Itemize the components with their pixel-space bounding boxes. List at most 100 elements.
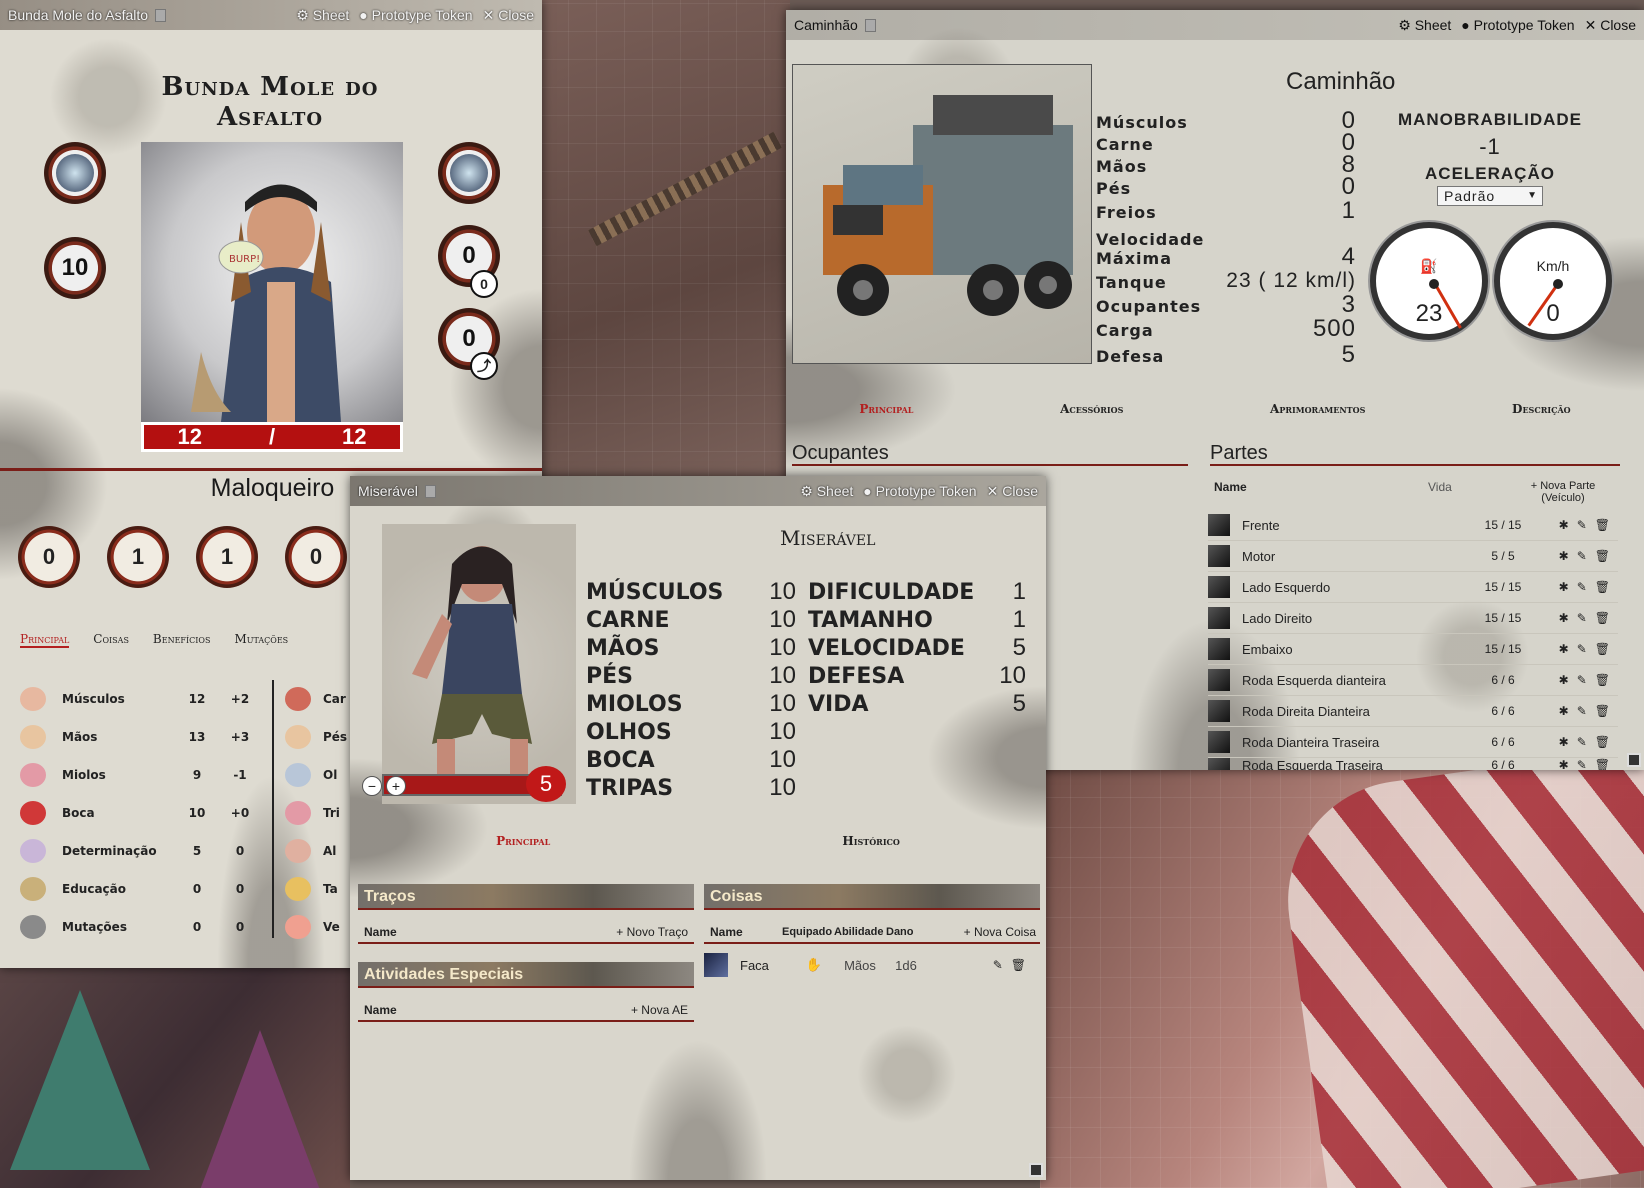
character-portrait[interactable]: BURP! (141, 142, 403, 422)
tab-historico[interactable]: Histórico (842, 834, 900, 848)
armor-ring[interactable]: 10 (44, 237, 106, 299)
food-resource[interactable]: 1 (107, 526, 169, 588)
sheet-button[interactable]: ⚙ Sheet (1398, 17, 1451, 34)
chevron-down-icon: ▼ (1527, 190, 1538, 201)
guts-icon (285, 801, 311, 825)
close-button[interactable]: ✕ Close (1585, 17, 1636, 34)
stat-row: Músculos 10 (586, 578, 796, 605)
level-up-icon[interactable]: ⤴ (470, 352, 498, 380)
hp-current[interactable]: 12 (177, 424, 201, 450)
part-row[interactable]: Roda Esquerda Traseira 6 / 6 ✱✎🗑 (1208, 758, 1618, 770)
window-titlebar[interactable]: Miserável ⚙ Sheet ● Prototype Token ✕ Cl… (350, 476, 1046, 506)
tab-acessorios[interactable]: Acessórios (1060, 402, 1123, 416)
water-resource[interactable]: 1 (196, 526, 258, 588)
fist-stat-ring[interactable] (44, 142, 106, 204)
attribute-row[interactable]: Mutações 0 0 (20, 908, 260, 946)
close-button[interactable]: ✕ Close (987, 483, 1038, 500)
hp-max[interactable]: 12 (342, 424, 366, 450)
medicine-resource[interactable]: 0 (285, 526, 347, 588)
part-actions[interactable]: ✱✎🗑 (1538, 549, 1618, 563)
document-icon[interactable] (424, 484, 436, 498)
vehicle-tabs: Principal Acessórios Aprimoramentos Desc… (786, 402, 1644, 416)
dna-icon (20, 915, 46, 939)
part-row[interactable]: Roda Dianteira Traseira 6 / 6 ✱✎🗑 (1208, 727, 1618, 758)
part-row[interactable]: Roda Direita Dianteira 6 / 6 ✱✎🗑 (1208, 696, 1618, 727)
sheet-button[interactable]: ⚙ Sheet (296, 7, 349, 24)
npc-derived-stats: Dificuldade 1 Tamanho 1 Velocidade 5 Defesa… (808, 578, 1026, 718)
part-actions[interactable]: ✱✎🗑 (1538, 611, 1618, 625)
fuel-gauge: ⛽ 23 (1370, 222, 1488, 340)
attribute-row[interactable]: Músculos 12 +2 (20, 680, 260, 718)
stat-row: Mãos 8 (1096, 151, 1356, 178)
npc-portrait[interactable] (382, 524, 576, 804)
prototype-token-button[interactable]: ● Prototype Token (359, 7, 472, 23)
tab-principal[interactable]: Principal (20, 632, 70, 648)
stat-row: Pés 10 (586, 662, 796, 689)
tab-principal[interactable]: Principal (859, 402, 913, 416)
tab-principal[interactable]: Principal (496, 834, 550, 848)
ammo-resource[interactable]: 0 (18, 526, 80, 588)
brain-icon (20, 763, 46, 787)
attribute-row[interactable]: Mãos 13 +3 (20, 718, 260, 756)
stat-row: Miolos 10 (586, 690, 796, 717)
column-equipado: Equipado (782, 926, 833, 938)
part-row[interactable]: Motor 5 / 5 ✱✎🗑 (1208, 541, 1618, 572)
window-titlebar[interactable]: Bunda Mole do Asfalto ⚙ Sheet ● Prototyp… (0, 0, 542, 30)
eyes-icon (285, 763, 311, 787)
decrease-hp-button[interactable]: − (362, 776, 382, 796)
prototype-token-button[interactable]: ● Prototype Token (1461, 17, 1574, 33)
resize-handle[interactable] (1627, 753, 1641, 767)
attribute-row[interactable]: Miolos 9 -1 (20, 756, 260, 794)
handling-panel: Manobrabilidade -1 Aceleração Padrão ▼ (1390, 110, 1590, 206)
tab-beneficios[interactable]: Benefícios (153, 632, 211, 648)
atividades-table-header: Name + Nova AE (358, 1000, 694, 1022)
part-actions[interactable]: ✱✎🗑 (1538, 642, 1618, 656)
attribute-row[interactable]: Boca 10 +0 (20, 794, 260, 832)
new-trait-button[interactable]: + Novo Traço (616, 925, 694, 939)
part-actions[interactable]: ✱✎🗑 (1538, 704, 1618, 718)
part-actions[interactable]: ✱✎🗑 (1538, 735, 1618, 749)
stat-row: Carne 0 (1096, 129, 1356, 156)
tab-aprimoramentos[interactable]: Aprimoramentos (1270, 402, 1365, 416)
aceleracao-select[interactable]: Padrão ▼ (1437, 186, 1543, 206)
window-titlebar[interactable]: Caminhão ⚙ Sheet ● Prototype Token ✕ Clo… (786, 10, 1644, 40)
document-icon[interactable] (155, 8, 167, 22)
prototype-token-button[interactable]: ● Prototype Token (863, 483, 976, 499)
part-icon (1208, 731, 1230, 753)
part-row[interactable]: Lado Esquerdo 15 / 15 ✱✎🗑 (1208, 572, 1618, 603)
svg-text:BURP!: BURP! (229, 254, 260, 265)
attribute-row[interactable]: Educação 0 0 (20, 870, 260, 908)
increase-hp-button[interactable]: + (386, 776, 406, 796)
tab-descricao[interactable]: Descrição (1512, 402, 1571, 416)
new-item-button[interactable]: + Nova Coisa (930, 925, 1040, 939)
part-actions[interactable]: ✱✎🗑 (1538, 673, 1618, 687)
part-row[interactable]: Lado Direito 15 / 15 ✱✎🗑 (1208, 603, 1618, 634)
part-actions[interactable]: ✱✎🗑 (1538, 758, 1618, 770)
part-row[interactable]: Frente 15 / 15 ✱✎🗑 (1208, 510, 1618, 541)
npc-sheet-window[interactable]: Miserável ⚙ Sheet ● Prototype Token ✕ Cl… (350, 476, 1046, 1180)
new-ae-button[interactable]: + Nova AE (631, 1003, 694, 1017)
attribute-row[interactable]: Determinação 5 0 (20, 832, 260, 870)
item-actions[interactable]: ✎🗑 (928, 958, 1040, 972)
new-part-button[interactable]: + Nova Parte (Veículo) (1508, 480, 1618, 504)
item-row[interactable]: Faca ✋ Mãos 1d6 ✎🗑 (704, 950, 1040, 980)
part-row[interactable]: Embaixo 15 / 15 ✱✎🗑 (1208, 634, 1618, 665)
part-actions[interactable]: ✱✎🗑 (1538, 518, 1618, 532)
close-button[interactable]: ✕ Close (483, 7, 534, 24)
part-actions[interactable]: ✱✎🗑 (1538, 580, 1618, 594)
tab-coisas[interactable]: Coisas (93, 632, 129, 648)
equip-hand-icon[interactable]: ✋ (792, 957, 836, 973)
vehicle-portrait[interactable] (792, 64, 1092, 364)
tab-mutacoes[interactable]: Mutações (234, 632, 288, 648)
fist-stat-ring-right[interactable] (438, 142, 500, 204)
speed-gauge: Km/h 0 (1494, 222, 1612, 340)
manobrabilidade-label: Manobrabilidade (1397, 110, 1583, 129)
part-row[interactable]: Roda Esquerda dianteira 6 / 6 ✱✎🗑 (1208, 665, 1618, 696)
sheet-button[interactable]: ⚙ Sheet (800, 483, 853, 500)
resize-handle[interactable] (1029, 1163, 1043, 1177)
window-title: Miserável (358, 483, 418, 499)
hp-bar[interactable]: 12 / 12 (141, 422, 403, 452)
document-icon[interactable] (864, 18, 876, 32)
part-icon (1208, 607, 1230, 629)
stat-row: Boca 10 (586, 746, 796, 773)
